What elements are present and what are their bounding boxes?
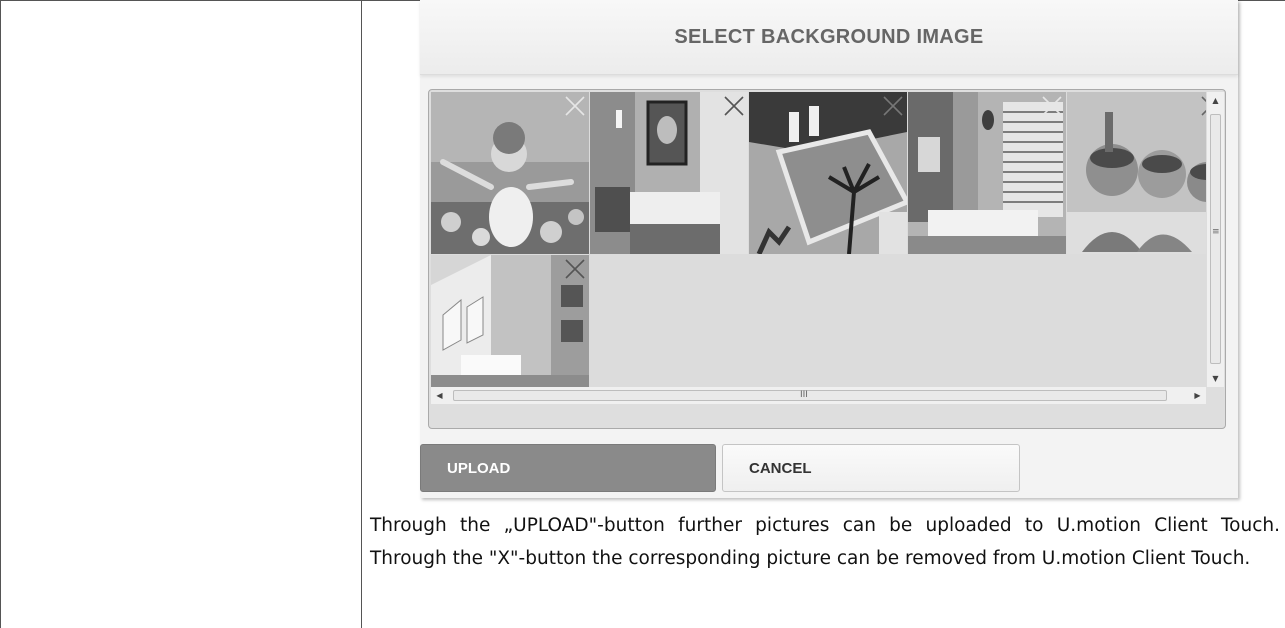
gallery-thumbnail[interactable] bbox=[431, 255, 589, 387]
horizontal-scrollbar[interactable]: ◀ III ▶ bbox=[431, 387, 1206, 404]
gallery-thumbnail[interactable] bbox=[431, 92, 589, 254]
scroll-grip-icon: ≡ bbox=[1212, 227, 1220, 237]
horizontal-scroll-thumb[interactable]: III bbox=[453, 390, 1167, 401]
dialog-title: SELECT BACKGROUND IMAGE bbox=[674, 25, 984, 48]
thumbnail-image bbox=[1067, 92, 1206, 254]
close-x-icon[interactable] bbox=[1199, 94, 1206, 118]
image-gallery bbox=[431, 92, 1206, 387]
gallery-thumbnail[interactable] bbox=[1067, 92, 1206, 254]
description-text: Through the „UPLOAD"-button further pict… bbox=[370, 515, 1280, 569]
scroll-left-arrow-icon[interactable]: ◀ bbox=[431, 387, 448, 404]
upload-button[interactable]: UPLOAD bbox=[420, 444, 716, 492]
gallery-thumbnail[interactable] bbox=[908, 92, 1066, 254]
scroll-down-arrow-icon[interactable]: ▼ bbox=[1207, 370, 1224, 387]
close-x-icon[interactable] bbox=[1040, 94, 1064, 118]
scroll-grip-icon: III bbox=[800, 390, 808, 400]
scroll-up-arrow-icon[interactable]: ▲ bbox=[1207, 92, 1224, 109]
vertical-scrollbar[interactable]: ▲ ≡ ▼ bbox=[1206, 92, 1224, 387]
dialog-header: SELECT BACKGROUND IMAGE bbox=[420, 0, 1238, 75]
close-x-icon[interactable] bbox=[563, 257, 587, 281]
table-cell-left bbox=[0, 0, 362, 628]
close-x-icon[interactable] bbox=[881, 94, 905, 118]
scroll-right-arrow-icon[interactable]: ▶ bbox=[1189, 387, 1206, 404]
gallery-thumbnail[interactable] bbox=[749, 92, 907, 254]
vertical-scroll-thumb[interactable]: ≡ bbox=[1210, 114, 1221, 364]
close-x-icon[interactable] bbox=[722, 94, 746, 118]
close-x-icon[interactable] bbox=[563, 94, 587, 118]
gallery-thumbnail[interactable] bbox=[590, 92, 748, 254]
cancel-button[interactable]: CANCEL bbox=[722, 444, 1020, 492]
